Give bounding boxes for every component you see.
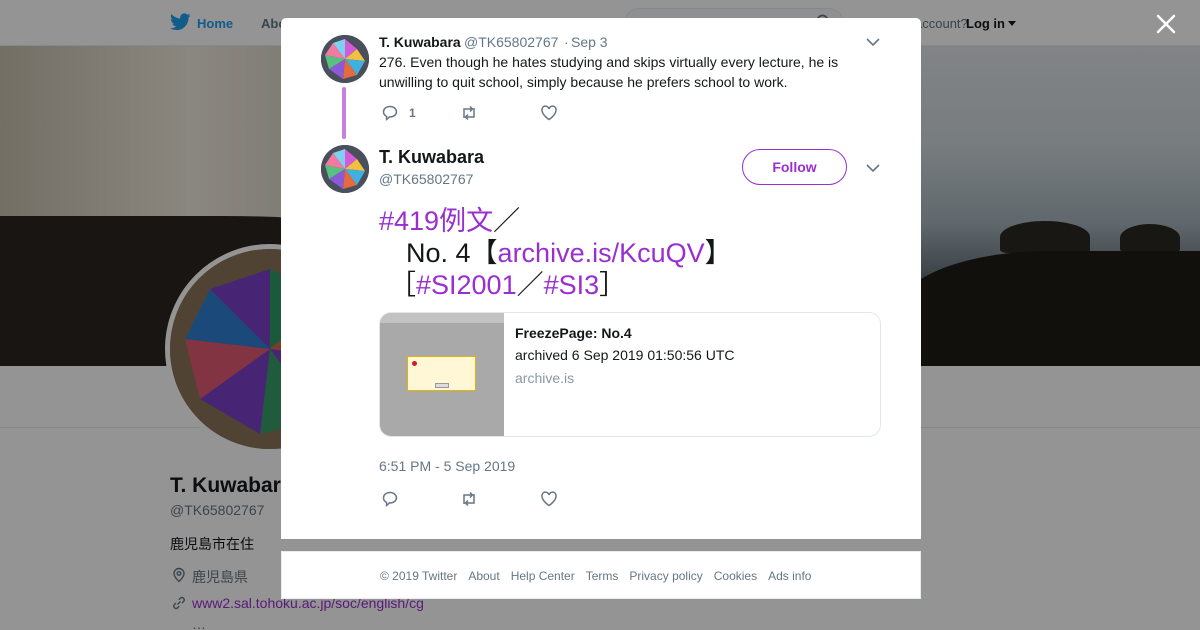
text-fragment: 】 (704, 238, 732, 268)
footer-link-ads-info[interactable]: Ads info (768, 569, 811, 583)
avatar-origami-image (321, 35, 369, 83)
tweet-avatar[interactable] (321, 35, 369, 83)
thumbnail-dialog-box (407, 356, 476, 391)
retweet-icon[interactable] (460, 490, 478, 508)
footer-link-privacy[interactable]: Privacy policy (629, 569, 702, 583)
card-title: FreezePage: No.4 (515, 325, 632, 341)
hashtag-link[interactable]: #419例文 (379, 206, 493, 236)
reply-count: 1 (409, 106, 416, 120)
footer-link-about[interactable]: About (468, 569, 499, 583)
reply-icon[interactable] (381, 490, 399, 508)
avatar-origami-image (321, 145, 369, 193)
card-description: archived 6 Sep 2019 01:50:56 UTC (515, 347, 735, 363)
like-icon[interactable] (540, 490, 558, 508)
close-icon[interactable] (1155, 13, 1177, 35)
tweet-author-handle[interactable]: @TK65802767 (464, 34, 558, 50)
text-fragment: ／ (516, 270, 544, 300)
tweet-modal: T. Kuwabara @TK65802767 · Sep 3 276. Eve… (281, 18, 921, 539)
card-domain: archive.is (515, 370, 575, 386)
tweet-timestamp[interactable]: 6:51 PM - 5 Sep 2019 (379, 458, 515, 474)
tweet-author-handle[interactable]: @TK65802767 (379, 171, 473, 187)
hashtag-link[interactable]: #SI3 (544, 270, 600, 300)
follow-button[interactable]: Follow (742, 149, 847, 185)
footer-copyright: © 2019 Twitter (380, 569, 458, 583)
modal-footer: © 2019 Twitter About Help Center Terms Priva… (281, 551, 921, 599)
chevron-down-icon[interactable] (866, 164, 880, 172)
hashtag-link[interactable]: #SI2001 (416, 270, 517, 300)
tweet-text-line: #419例文／ (379, 205, 520, 237)
text-fragment: No. 4【 (379, 238, 498, 268)
tweet-author-name[interactable]: T. Kuwabara (379, 34, 461, 50)
link-preview-card[interactable]: FreezePage: No.4 archived 6 Sep 2019 01:… (379, 312, 881, 437)
tweet-text: 276. Even though he hates studying and s… (379, 54, 839, 90)
separator-dot: · (564, 34, 569, 50)
thumbnail-header-bar (380, 313, 504, 323)
tweet-author-name[interactable]: T. Kuwabara (379, 147, 484, 168)
retweet-icon[interactable] (460, 104, 478, 122)
thread-connector-line (342, 87, 346, 139)
text-fragment: ／ (493, 206, 521, 236)
footer-link-help-center[interactable]: Help Center (511, 569, 575, 583)
text-fragment: ［ (389, 270, 416, 300)
reply-icon[interactable] (381, 104, 399, 122)
footer-link-cookies[interactable]: Cookies (714, 569, 757, 583)
thumbnail-dialog-button (435, 383, 449, 388)
tweet-avatar[interactable] (321, 145, 369, 193)
footer-link-terms[interactable]: Terms (586, 569, 619, 583)
thumbnail-error-dot (412, 361, 417, 366)
chevron-down-icon[interactable] (866, 38, 880, 46)
card-thumbnail (380, 313, 504, 436)
like-icon[interactable] (540, 104, 558, 122)
tweet-date[interactable]: Sep 3 (571, 34, 608, 50)
footer-links: © 2019 Twitter About Help Center Terms Priva… (380, 569, 822, 583)
archive-link[interactable]: archive.is/KcuQV (498, 238, 705, 268)
tweet-text-line: ［#SI2001／#SI3］ (389, 269, 626, 301)
tweet-text-line: No. 4【archive.is/KcuQV】 (379, 237, 732, 269)
text-fragment: ］ (599, 270, 627, 300)
